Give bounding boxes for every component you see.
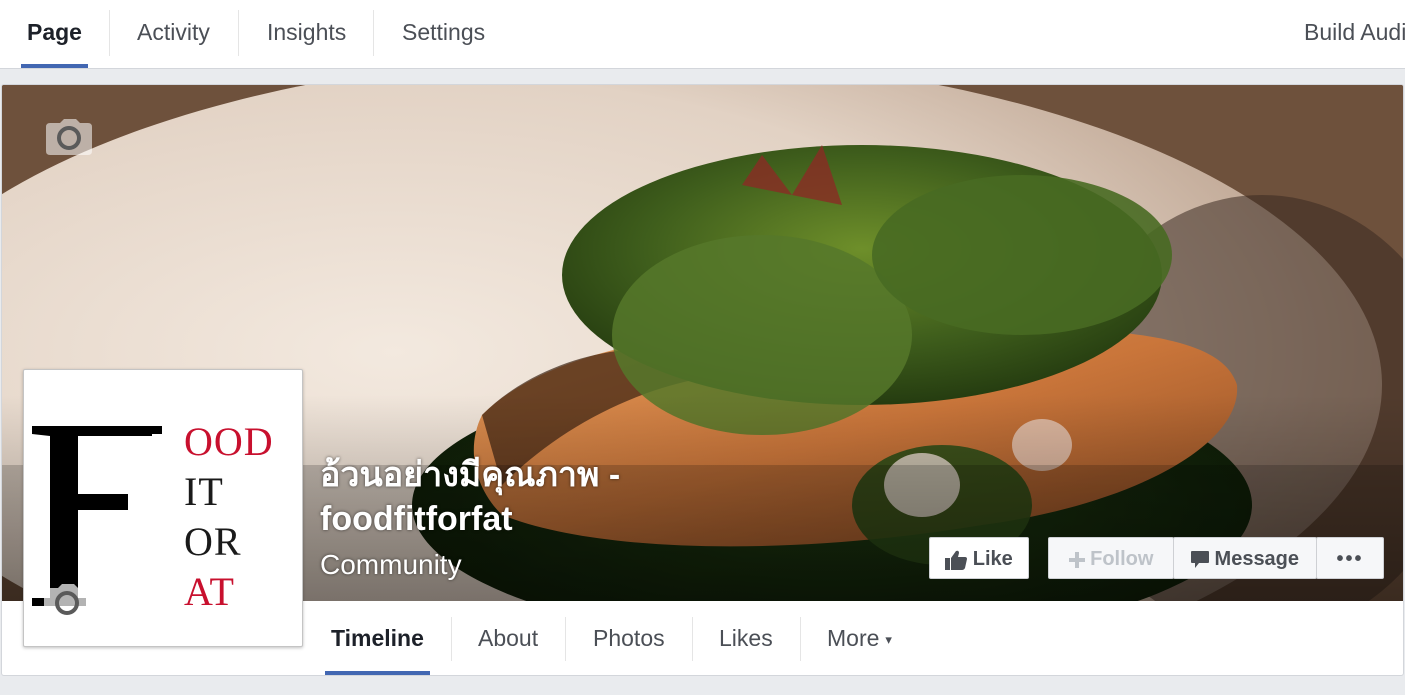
chevron-down-icon: ▾ [885, 631, 892, 647]
tab-likes[interactable]: Likes [719, 603, 773, 675]
logo-word-it: IT [184, 469, 224, 514]
tab-timeline[interactable]: Timeline [325, 603, 430, 675]
active-tab-indicator [325, 671, 430, 675]
tab-divider [109, 10, 110, 56]
logo-word-at: AT [184, 569, 235, 614]
page-category[interactable]: Community [320, 549, 462, 581]
more-options-button[interactable]: ••• [1316, 537, 1384, 579]
tab-divider [692, 617, 693, 661]
admin-tab-activity-label: Activity [137, 19, 210, 45]
build-audience-button[interactable]: Build Audi [1304, 0, 1405, 68]
admin-tab-insights[interactable]: Insights [267, 0, 346, 68]
admin-tab-activity[interactable]: Activity [137, 0, 210, 68]
active-tab-indicator [21, 64, 88, 68]
message-label: Message [1214, 548, 1300, 570]
tab-about[interactable]: About [478, 603, 538, 675]
tab-likes-label: Likes [719, 625, 773, 651]
tab-divider [373, 10, 374, 56]
message-bubble-icon [1190, 550, 1209, 568]
thumbs-up-icon [945, 550, 968, 570]
follow-button[interactable]: Follow [1048, 537, 1174, 579]
plus-icon [1068, 551, 1085, 568]
admin-tab-page-label: Page [27, 19, 82, 45]
admin-tab-settings[interactable]: Settings [402, 0, 485, 68]
follow-label: Follow [1090, 548, 1154, 570]
tab-about-label: About [478, 625, 539, 651]
tab-divider [565, 617, 566, 661]
tab-more-label: More [827, 625, 880, 651]
tab-divider [451, 617, 452, 661]
camera-icon[interactable] [44, 584, 90, 620]
like-label: Like [972, 548, 1013, 570]
logo-word-or: OR [184, 519, 242, 564]
logo-word-ood: OOD [184, 419, 274, 464]
tab-photos[interactable]: Photos [593, 603, 665, 675]
admin-tab-insights-label: Insights [267, 19, 347, 45]
camera-icon[interactable] [46, 119, 92, 155]
tab-timeline-label: Timeline [331, 625, 424, 651]
profile-picture[interactable]: OOD IT OR AT [23, 369, 303, 647]
more-options-icon: ••• [1336, 548, 1364, 570]
tab-more[interactable]: More ▾ [827, 603, 892, 675]
admin-tab-settings-label: Settings [402, 19, 486, 45]
page-header-card: อ้วนอย่างมีคุณภาพ - foodfitforfat Commun… [1, 84, 1404, 676]
build-audience-label: Build Audi [1304, 19, 1405, 45]
admin-navigation-bar: Page Activity Insights Settings Build Au… [0, 0, 1405, 69]
tab-photos-label: Photos [593, 625, 665, 651]
like-button[interactable]: Like [929, 537, 1029, 579]
page-title[interactable]: อ้วนอย่างมีคุณภาพ - foodfitforfat [320, 453, 800, 541]
message-button[interactable]: Message [1173, 537, 1317, 579]
tab-divider [800, 617, 801, 661]
tab-divider [238, 10, 239, 56]
admin-tab-page[interactable]: Page [21, 0, 88, 68]
